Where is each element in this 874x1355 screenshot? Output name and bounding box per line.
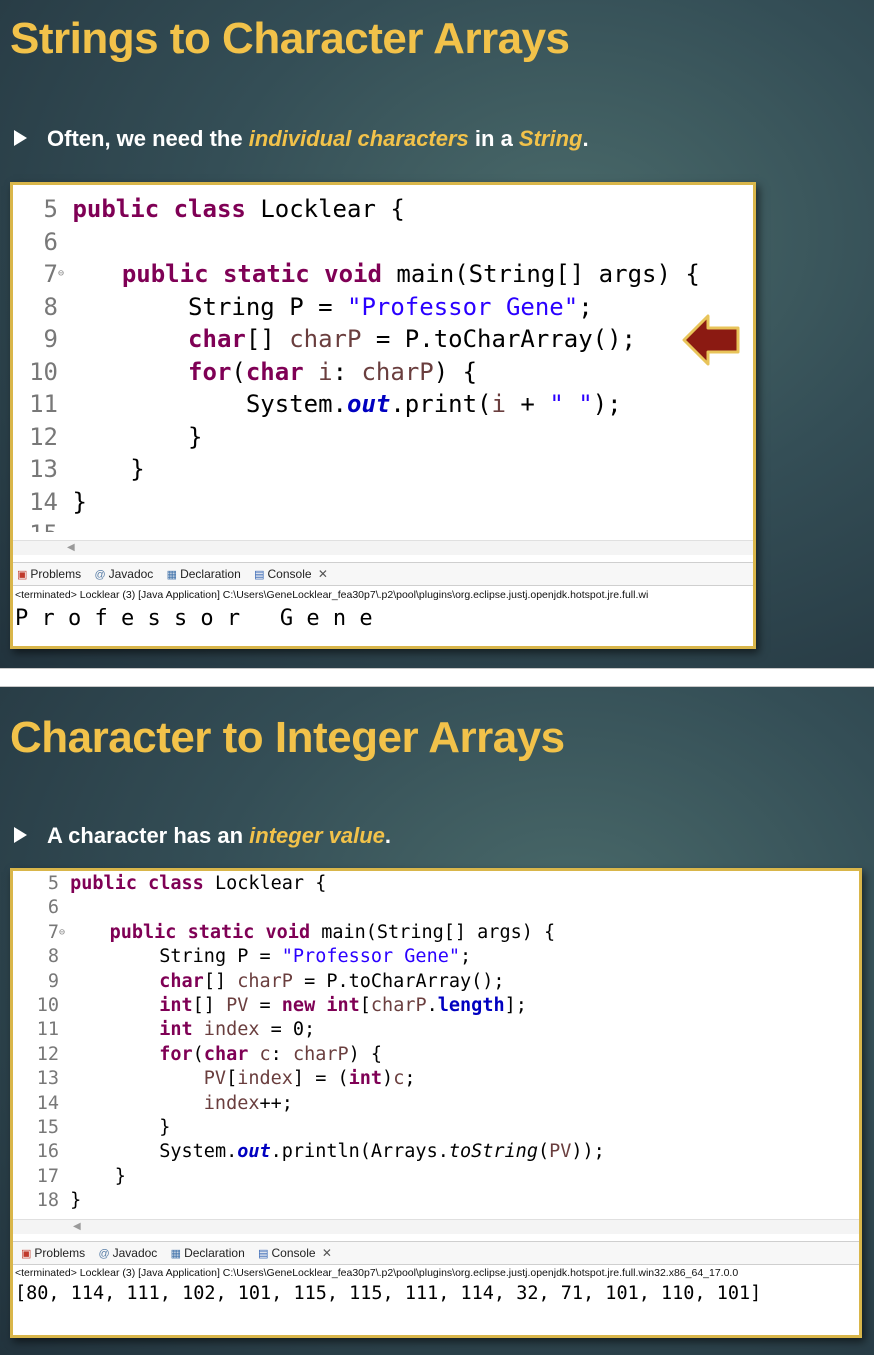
code-line: 10 for(char i: charP) { (29, 357, 478, 386)
scroll-left-icon[interactable]: ◀ (73, 1221, 81, 1232)
close-icon[interactable]: ✕ (318, 567, 328, 581)
view-tabs: ▣ Problems @ Javadoc ▦ Declaration ▤ Console… (13, 1241, 859, 1265)
tab-console[interactable]: ▤ Console ✕ (254, 563, 328, 586)
code-line: 10 int[] PV = new int[charP.length]; (36, 995, 527, 1017)
code-line: 5 public class Locklear { (43, 195, 405, 223)
console-icon: ▤ (258, 1248, 269, 1260)
declaration-icon: ▦ (170, 1248, 182, 1260)
scroll-left-icon[interactable]: ◀ (67, 542, 75, 553)
problems-icon: ▣ (17, 569, 28, 581)
bullet-triangle-icon (14, 827, 27, 844)
code-line: 6 (47, 897, 59, 919)
eclipse-screenshot: 5 public class Locklear { 6 7⊖ public st… (10, 182, 756, 649)
code-line: 15 (13, 518, 753, 532)
javadoc-icon: @ (98, 1248, 110, 1260)
code-line: 18 } (36, 1190, 82, 1212)
code-line: 6 (43, 227, 58, 256)
code-line: 11 int index = 0; (36, 1019, 316, 1041)
code-line: 13 PV[index] = (int)c; (36, 1068, 416, 1090)
javadoc-icon: @ (94, 569, 106, 581)
code-line: 13 } (29, 455, 145, 483)
console-status: <terminated> Locklear (3) [Java Applicat… (15, 589, 649, 601)
slide-divider (0, 668, 874, 687)
tab-problems[interactable]: ▣ Problems (21, 1242, 85, 1265)
view-tabs: ▣ Problems @ Javadoc ▦ Declaration ▤ Console… (13, 562, 753, 586)
left-arrow-icon (682, 314, 740, 366)
slide-strings-to-character-arrays: Strings to Character Arrays Often, we ne… (0, 0, 874, 668)
code-line: 12 for(char c: charP) { (36, 1043, 383, 1065)
code-editor: 5 public class Locklear { 6 7⊖ public st… (13, 872, 859, 1214)
code-line: 14 } (29, 487, 87, 516)
code-line: 5 public class Locklear { (47, 873, 327, 894)
code-line: 8 String P = "Professor Gene"; (47, 946, 472, 968)
code-line: 15 } (36, 1117, 171, 1139)
code-line: 8 String P = "Professor Gene"; (43, 292, 593, 321)
code-line: 9 char[] charP = P.toCharArray(); (43, 325, 636, 353)
tab-problems[interactable]: ▣ Problems (17, 563, 81, 586)
console-output: P r o f e s s o r G e n e (15, 606, 373, 631)
code-line: 7⊖ public static void main(String[] args… (43, 260, 700, 288)
console-output: [80, 114, 111, 102, 101, 115, 115, 111, … (15, 1283, 762, 1304)
horizontal-scrollbar[interactable]: ◀ (13, 540, 753, 555)
problems-icon: ▣ (21, 1248, 32, 1260)
code-line: 11 System.out.print(i + " "); (29, 390, 622, 418)
eclipse-screenshot: 5 public class Locklear { 6 7⊖ public st… (10, 868, 862, 1338)
code-line: 16 System.out.println(Arrays.toString(PV… (36, 1141, 605, 1163)
slide-title: Character to Integer Arrays (10, 713, 565, 762)
tab-declaration[interactable]: ▦ Declaration (171, 1242, 245, 1265)
declaration-icon: ▦ (166, 569, 178, 581)
code-line: 17 } (36, 1165, 126, 1187)
slide-character-to-integer-arrays: Character to Integer Arrays A character … (0, 687, 874, 1355)
tab-declaration[interactable]: ▦ Declaration (167, 563, 241, 586)
horizontal-scrollbar[interactable]: ◀ (13, 1219, 859, 1234)
code-line: 7⊖ public static void main(String[] args… (47, 921, 556, 943)
tab-console[interactable]: ▤ Console ✕ (258, 1242, 332, 1265)
bullet-point: Often, we need the individual characters… (14, 126, 589, 152)
console-status: <terminated> Locklear (3) [Java Applicat… (15, 1267, 739, 1279)
code-line: 12 } (29, 422, 203, 451)
bullet-triangle-icon (14, 130, 27, 147)
tab-javadoc[interactable]: @ Javadoc (98, 1242, 157, 1265)
code-line: 14 index++; (36, 1092, 293, 1114)
close-icon[interactable]: ✕ (322, 1246, 332, 1260)
slide-title: Strings to Character Arrays (10, 14, 570, 63)
bullet-point: A character has an integer value. (14, 823, 391, 849)
code-editor: 5 public class Locklear { 6 7⊖ public st… (13, 193, 753, 532)
tab-javadoc[interactable]: @ Javadoc (94, 563, 153, 586)
console-icon: ▤ (254, 569, 265, 581)
code-line: 9 char[] charP = P.toCharArray(); (47, 970, 505, 992)
